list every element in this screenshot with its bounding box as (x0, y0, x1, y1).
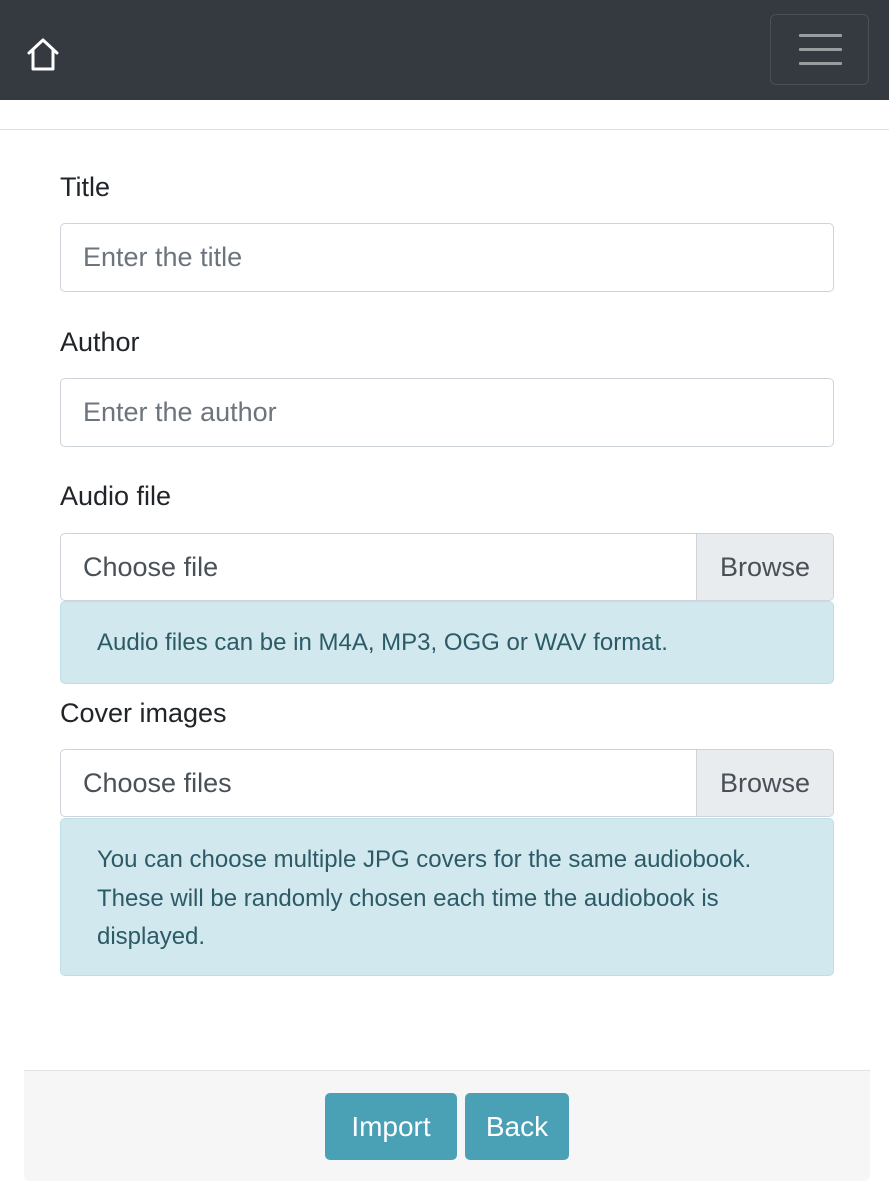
audio-file-input[interactable]: Choose file Browse (60, 533, 834, 601)
cover-help-line: displayed. (97, 923, 206, 950)
cover-images-placeholder: Choose files (83, 768, 232, 798)
home-icon (27, 38, 59, 71)
author-label: Author (60, 327, 140, 357)
menu-toggle-button[interactable] (770, 14, 869, 85)
audio-file-placeholder: Choose file (83, 552, 219, 582)
back-button[interactable]: Back (465, 1093, 569, 1160)
import-button[interactable]: Import (325, 1093, 457, 1160)
audio-browse-button[interactable]: Browse (696, 534, 833, 600)
divider (0, 129, 889, 130)
cover-images-input[interactable]: Choose files Browse (60, 749, 834, 817)
audio-file-help-text: Audio files can be in M4A, MP3, OGG or W… (97, 629, 668, 656)
author-input[interactable] (60, 378, 834, 447)
title-input[interactable] (60, 223, 834, 292)
title-label: Title (60, 172, 111, 202)
form-footer: Import Back (24, 1070, 870, 1181)
cover-images-help: You can choose multiple JPG covers for t… (60, 818, 834, 976)
cover-images-label: Cover images (60, 698, 227, 728)
cover-browse-button[interactable]: Browse (696, 750, 833, 816)
audio-file-label: Audio file (60, 481, 172, 511)
home-link[interactable] (24, 36, 62, 74)
navbar (0, 0, 889, 100)
cover-help-line: These will be randomly chosen each time … (97, 884, 719, 912)
audio-file-help: Audio files can be in M4A, MP3, OGG or W… (60, 601, 834, 684)
cover-help-line: You can choose multiple JPG covers for t… (97, 846, 752, 873)
